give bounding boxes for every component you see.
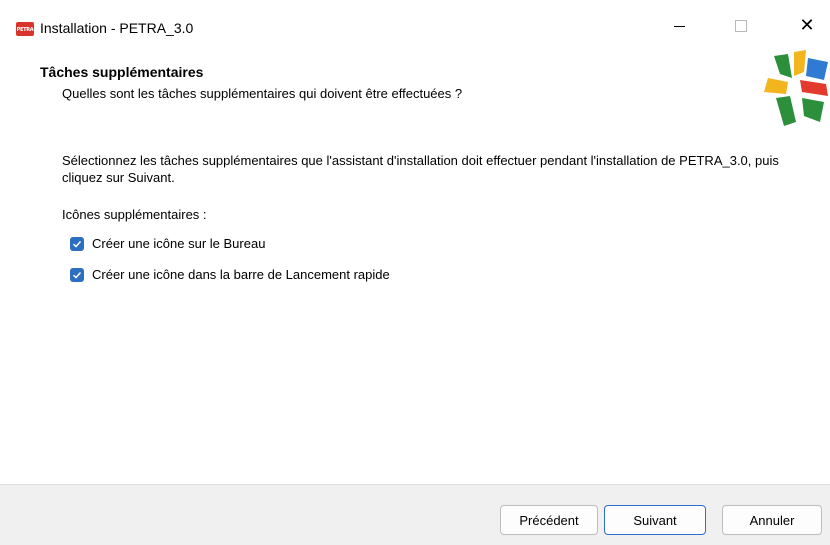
page-subtitle: Quelles sont les tâches supplémentaires … (62, 86, 463, 101)
desktop-icon-option[interactable]: Créer une icône sur le Bureau (70, 236, 265, 251)
checkbox-checked-icon[interactable] (70, 236, 84, 251)
quicklaunch-icon-option-label: Créer une icône dans la barre de Lanceme… (92, 267, 390, 282)
cancel-button[interactable]: Annuler (722, 505, 822, 535)
close-button[interactable]: ✕ (784, 10, 830, 42)
wizard-footer: Précédent Suivant Annuler (0, 484, 830, 545)
window-left-edge (0, 48, 2, 484)
desktop-icon-option-label: Créer une icône sur le Bureau (92, 236, 266, 251)
additional-icons-label: Icônes supplémentaires : (62, 207, 207, 222)
quicklaunch-icon-option[interactable]: Créer une icône dans la barre de Lanceme… (70, 267, 390, 282)
next-button[interactable]: Suivant (604, 505, 706, 535)
page-title: Tâches supplémentaires (40, 64, 204, 80)
minimize-icon (673, 25, 685, 27)
instructions-text: Sélectionnez les tâches supplémentaires … (62, 153, 779, 185)
installer-window: PETRA Installation - PETRA_3.0 ✕ Tâches … (0, 0, 830, 545)
close-icon: ✕ (799, 15, 815, 36)
previous-button[interactable]: Précédent (500, 505, 598, 535)
checkbox-checked-icon[interactable] (70, 267, 84, 282)
wizard-header: Tâches supplémentaires Quelles sont les … (0, 48, 830, 128)
title-bar[interactable]: PETRA Installation - PETRA_3.0 ✕ (0, 0, 830, 48)
maximize-icon (735, 20, 747, 32)
window-title: Installation - PETRA_3.0 (40, 20, 194, 36)
petra-app-icon: PETRA (16, 22, 34, 36)
petra-logo-icon (764, 50, 828, 126)
maximize-button[interactable] (718, 10, 764, 42)
minimize-button[interactable] (656, 10, 702, 42)
app-icon-text: PETRA (16, 27, 34, 33)
